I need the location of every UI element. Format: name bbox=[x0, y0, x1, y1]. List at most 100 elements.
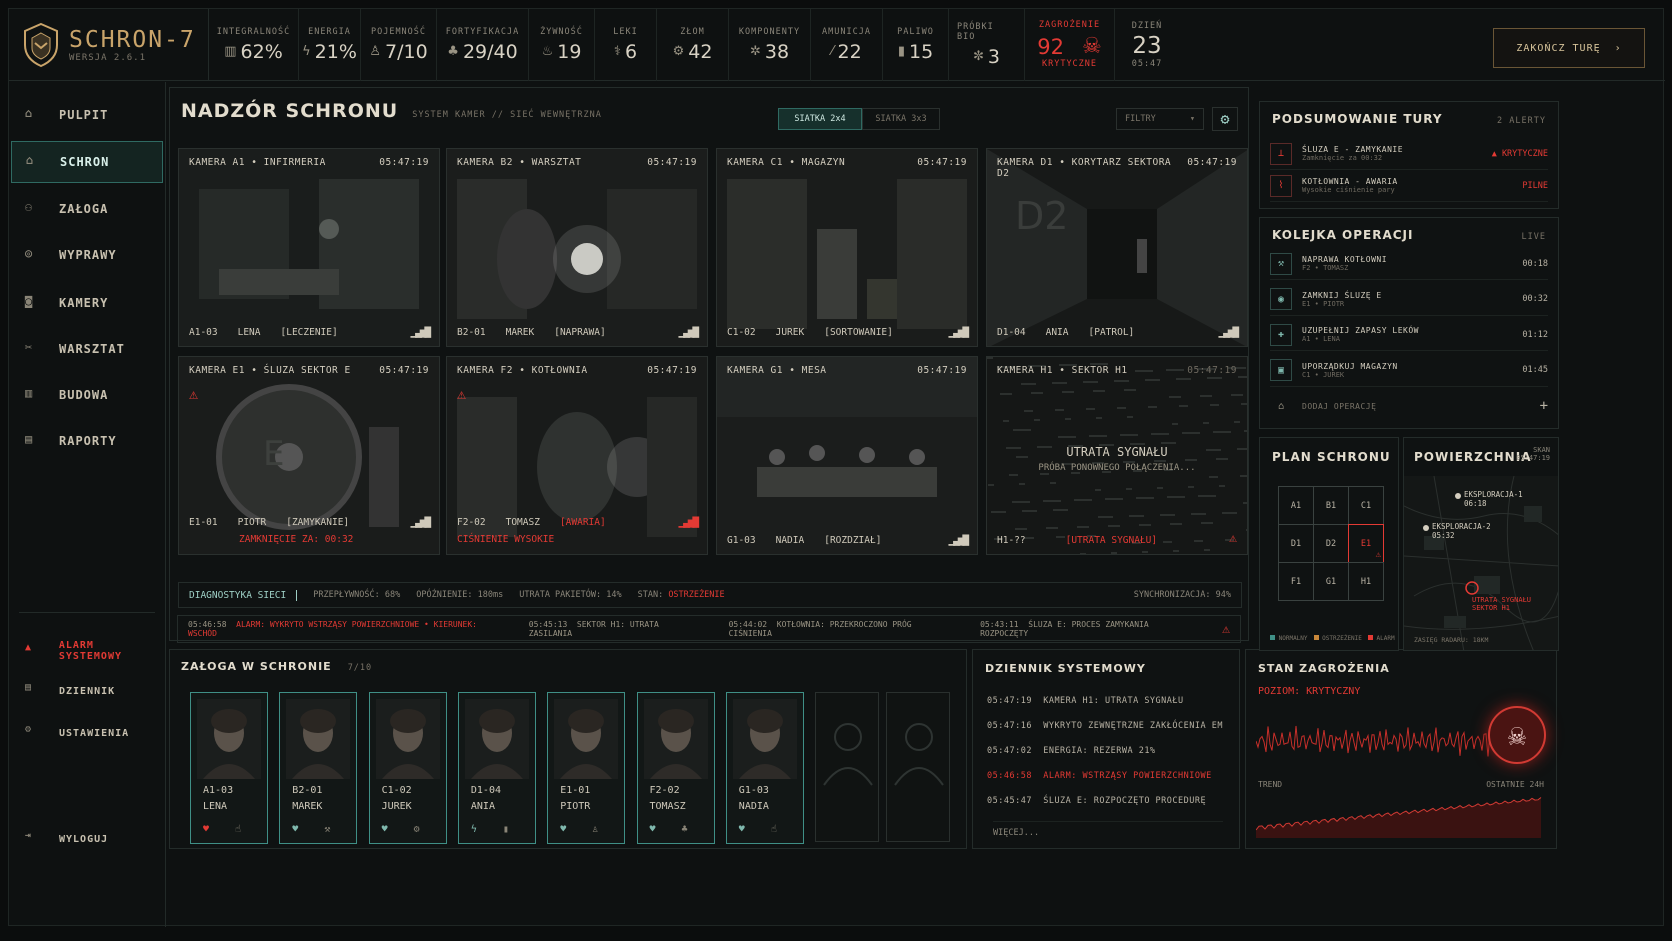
threat-panel-title: STAN ZAGROŻENIA bbox=[1258, 662, 1390, 675]
plan-cell-a1[interactable]: A1 bbox=[1278, 486, 1314, 525]
camera-feed-d1-04[interactable]: D2 KAMERA D1 • KORYTARZ SEKTORA D2 05:47:… bbox=[986, 148, 1248, 347]
filter-select[interactable]: FILTRY ▾ bbox=[1116, 108, 1204, 130]
queue-item[interactable]: ▣ UPORZĄDKUJ MAGAZYN C1 • JUREK 01:45 bbox=[1270, 355, 1548, 387]
legend-item: ALARM bbox=[1367, 635, 1395, 642]
plan-cell-f1[interactable]: F1 bbox=[1278, 562, 1314, 601]
legend-swatch bbox=[1313, 635, 1319, 640]
settings-gear-button[interactable]: ⚙ bbox=[1212, 107, 1238, 131]
plan-cell-c1[interactable]: C1 bbox=[1348, 486, 1384, 525]
plan-cell-d2[interactable]: D2 bbox=[1313, 524, 1349, 563]
nav-item-warsztat[interactable]: ✂ WARSZTAT bbox=[11, 328, 163, 370]
lock-icon: ◉ bbox=[1270, 288, 1292, 310]
stat-value: 6 bbox=[624, 40, 638, 63]
queue-item[interactable]: ⚒ NAPRAWA KOTŁOWNI F2 • TOMASZ 00:18 bbox=[1270, 248, 1548, 280]
camera-feed-a1-03[interactable]: KAMERA A1 • INFIRMERIA 05:47:19 A1-03 LENA [… bbox=[178, 148, 440, 347]
crew-card-piotr[interactable]: E1-01 PIOTR ♥ ♙ bbox=[547, 692, 626, 844]
nav-settings[interactable]: ⚙ USTAWIENIA bbox=[11, 712, 163, 754]
expedition-2[interactable]: EKSPLORACJA-2 05:32 bbox=[1432, 522, 1491, 540]
camera-feed-b2-01[interactable]: KAMERA B2 • WARSZTAT 05:47:19 B2-01 MAREK [N… bbox=[446, 148, 708, 347]
nav-item-raporty[interactable]: ▤ RAPORTY bbox=[11, 420, 163, 462]
crew-card-ania[interactable]: D1-04 ANIA ϟ ▮ bbox=[457, 692, 536, 844]
fuel-icon: ▮ bbox=[897, 44, 905, 59]
grid-2x4-button[interactable]: SIATKA 2x4 bbox=[778, 108, 862, 130]
syslog-entry: 05:45:47 ŚLUZA E: ROZPOCZĘTO PROCEDURĘ bbox=[987, 796, 1206, 806]
nav-label: WYPRAWY bbox=[59, 248, 117, 262]
queue-item-title: ZAMKNIJ ŚLUZĘ E bbox=[1302, 290, 1382, 300]
stat-2: POJEMNOŚĆ ♙ 7/10 bbox=[361, 8, 437, 81]
plan-cell-d1[interactable]: D1 bbox=[1278, 524, 1314, 563]
add-operation-button[interactable]: ⌂ DODAJ OPERACJĘ + bbox=[1270, 390, 1548, 422]
camera-person: ANIA bbox=[1045, 327, 1069, 338]
camera-id: D1-04 bbox=[997, 327, 1026, 338]
end-turn-button[interactable]: ZAKOŃCZ TURĘ › bbox=[1493, 28, 1645, 68]
nav-label: PULPIT bbox=[59, 108, 109, 122]
crew-count: 7/10 bbox=[347, 663, 373, 673]
crew-name: PIOTR bbox=[560, 801, 591, 812]
camera-time: 05:47:19 bbox=[917, 365, 967, 376]
plan-cell-g1[interactable]: G1 bbox=[1313, 562, 1349, 601]
summary-item[interactable]: ⌇ KOTŁOWNIA - AWARIA Wysokie ciśnienie pa… bbox=[1270, 170, 1548, 202]
camera-feed-e1-01[interactable]: E KAMERA E1 • ŚLUZA SEKTOR E 05:47:19 ⚠ ZA… bbox=[178, 356, 440, 555]
nav-label: DZIENNIK bbox=[59, 685, 116, 697]
nav-item-budowa[interactable]: ▥ BUDOWA bbox=[11, 374, 163, 416]
filter-label: FILTRY bbox=[1125, 114, 1156, 124]
stat-label: LEKI bbox=[613, 26, 638, 37]
queue-item[interactable]: ◉ ZAMKNIJ ŚLUZĘ E E1 • PIOTR 00:32 bbox=[1270, 284, 1548, 316]
syslog-text: ENERGIA: REZERWA 21% bbox=[1043, 746, 1156, 756]
page-title: NADZÓR SCHRONU bbox=[181, 100, 399, 122]
network-diagnostics-bar: DIAGNOSTYKA SIECI PRZEPŁYWNOŚĆ: 68% OPÓŹ… bbox=[178, 582, 1242, 608]
plan-cell-label: F1 bbox=[1290, 576, 1302, 587]
syslog-time: 05:47:19 bbox=[987, 696, 1032, 706]
plan-cell-h1[interactable]: H1 bbox=[1348, 562, 1384, 601]
signal-lost-marker[interactable]: UTRATA SYGNAŁU SEKTOR H1 bbox=[1472, 596, 1531, 612]
grid-3x3-button[interactable]: SIATKA 3x3 bbox=[862, 108, 940, 130]
gear-icon: ⚙ bbox=[413, 824, 420, 835]
shield-logo-icon bbox=[24, 22, 58, 67]
crew-card-tomasz[interactable]: F2-02 TOMASZ ♥ ♣ bbox=[636, 692, 715, 844]
stat-value: 42 bbox=[688, 40, 713, 63]
warning-icon: ▲ bbox=[25, 642, 33, 653]
camera-time: 05:47:19 bbox=[647, 157, 697, 168]
bolt-icon: ϟ bbox=[470, 824, 477, 835]
crew-id: D1-04 bbox=[470, 785, 501, 796]
nav-item-schron[interactable]: ⌂ SCHRON bbox=[11, 141, 163, 183]
more-link[interactable]: WIĘCEJ... bbox=[993, 821, 1223, 838]
threat-level: POZIOM: KRYTYCZNY bbox=[1258, 686, 1361, 697]
queue-item-assignee: F2 • TOMASZ bbox=[1302, 264, 1349, 272]
plan-cell-b1[interactable]: B1 bbox=[1313, 486, 1349, 525]
day-value: 23 bbox=[1132, 32, 1162, 59]
day-time: 05:47 bbox=[1131, 58, 1163, 69]
camera-feed-h1-xx[interactable]: KAMERA H1 • SEKTOR H1 05:47:19 UTRATA SYGN… bbox=[986, 356, 1248, 555]
crew-card-lena[interactable]: A1-03 LENA ♥ ☝ bbox=[190, 692, 268, 844]
medkit-icon: ✚ bbox=[1270, 323, 1292, 346]
camera-feed-f2-02[interactable]: KAMERA F2 • KOTŁOWNIA 05:47:19 ⚠ CIŚNIENIE… bbox=[446, 356, 708, 555]
expedition-1[interactable]: EKSPLORACJA-1 06:18 bbox=[1464, 490, 1523, 508]
empty-crew-slot[interactable] bbox=[886, 692, 950, 842]
empty-crew-slot[interactable] bbox=[815, 692, 879, 842]
threat-panel: STAN ZAGROŻENIA POZIOM: KRYTYCZNY ☠ TREN… bbox=[1245, 649, 1557, 849]
compass-icon: ◎ bbox=[25, 246, 34, 260]
nav-item-kamery[interactable]: ◙ KAMERY bbox=[11, 282, 163, 324]
crew-card-jurek[interactable]: C1-02 JUREK ♥ ⚙ bbox=[368, 692, 447, 844]
plan-cell-e1[interactable]: E1 ⚠ bbox=[1348, 524, 1384, 563]
camera-feed-c1-02[interactable]: KAMERA C1 • MAGAZYN 05:47:19 C1-02 JUREK [SO… bbox=[716, 148, 978, 347]
crew-card-marek[interactable]: B2-01 MAREK ♥ ⚒ bbox=[279, 692, 358, 844]
nav-logout[interactable]: ⇥ WYLOGUJ bbox=[11, 818, 163, 860]
camera-feed-g1-03[interactable]: KAMERA G1 • MESA 05:47:19 G1-03 NADIA [ROZDZ… bbox=[716, 356, 978, 555]
day-stat: DZIEŃ 23 05:47 bbox=[1115, 9, 1179, 81]
camera-task: [PATROL] bbox=[1088, 327, 1135, 338]
nav-alarm[interactable]: ▲ ALARM SYSTEMOWY bbox=[11, 630, 163, 672]
nav-item-wyprawy[interactable]: ◎ WYPRAWY bbox=[11, 234, 163, 276]
app-frame: SCHRON-7 WERSJA 2.6.1 INTEGRALNOŚĆ ▥ 62% EN… bbox=[8, 8, 1665, 927]
crew-name: LENA bbox=[203, 801, 228, 812]
crew-id: G1-03 bbox=[738, 785, 769, 796]
camera-image bbox=[179, 149, 439, 346]
nav-log[interactable]: ▤ DZIENNIK bbox=[11, 670, 163, 712]
camera-id: G1-03 bbox=[727, 535, 756, 546]
nav-item-pulpit[interactable]: ⌂ PULPIT bbox=[11, 94, 163, 136]
summary-item[interactable]: ⟂ ŚLUZA E - ZAMYKANIE Zamknięcie za 00:32… bbox=[1270, 138, 1548, 170]
camera-alert: ZAMKNIĘCIE ZA: 00:32 bbox=[239, 534, 354, 545]
nav-item-załoga[interactable]: ⚇ ZAŁOGA bbox=[11, 188, 163, 230]
crew-card-nadia[interactable]: G1-03 NADIA ♥ ☝ bbox=[725, 692, 804, 844]
queue-item[interactable]: ✚ UZUPEŁNIJ ZAPASY LEKÓW A1 • LENA 01:12 bbox=[1270, 319, 1548, 351]
